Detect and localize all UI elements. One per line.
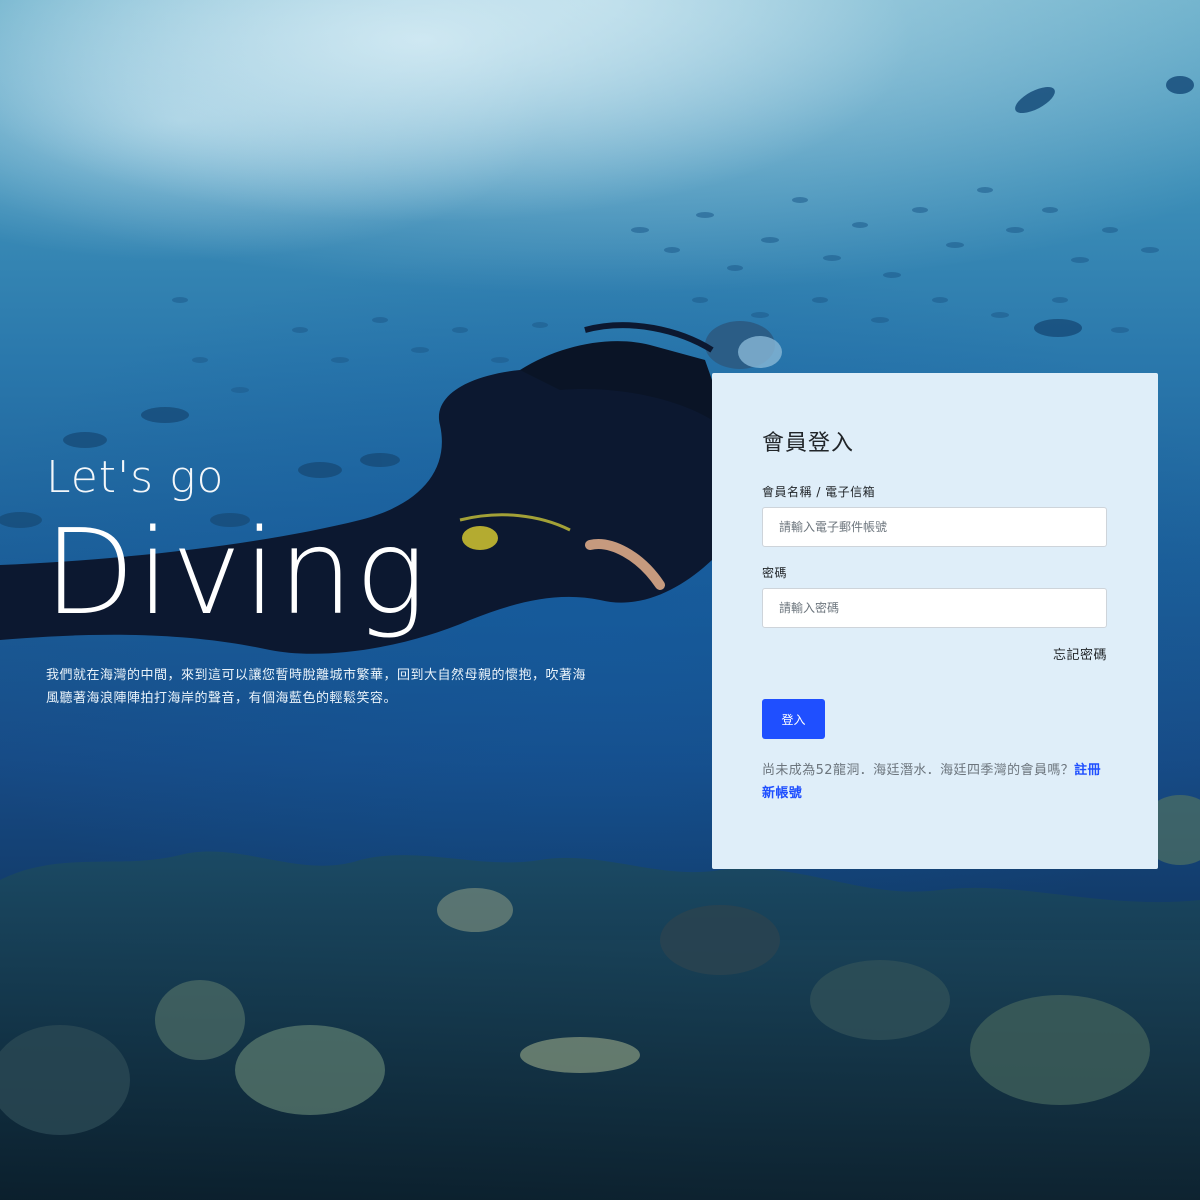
- login-card: 會員登入 會員名稱 / 電子信箱 密碼 忘記密碼 登入 尚未成為52龍洞．海廷潛…: [712, 373, 1158, 869]
- login-button[interactable]: 登入: [762, 699, 825, 739]
- password-label: 密碼: [762, 566, 788, 580]
- hero-headline: Diving: [44, 503, 428, 641]
- hero-description: 我們就在海灣的中間，來到這可以讓您暫時脫離城市繁華，回到大自然母親的懷抱，吹著海…: [46, 668, 587, 706]
- password-input[interactable]: [762, 588, 1107, 628]
- username-input[interactable]: [762, 507, 1107, 547]
- username-label: 會員名稱 / 電子信箱: [762, 485, 876, 499]
- register-prompt-text: 尚未成為52龍洞．海廷潛水．海廷四季灣的會員嗎？: [762, 763, 1075, 778]
- register-prompt: 尚未成為52龍洞．海廷潛水．海廷四季灣的會員嗎？註冊新帳號: [762, 759, 1108, 805]
- forgot-password-link[interactable]: 忘記密碼: [1053, 644, 1107, 663]
- hero-tagline: Let's go: [46, 452, 225, 503]
- login-title: 會員登入: [762, 431, 855, 456]
